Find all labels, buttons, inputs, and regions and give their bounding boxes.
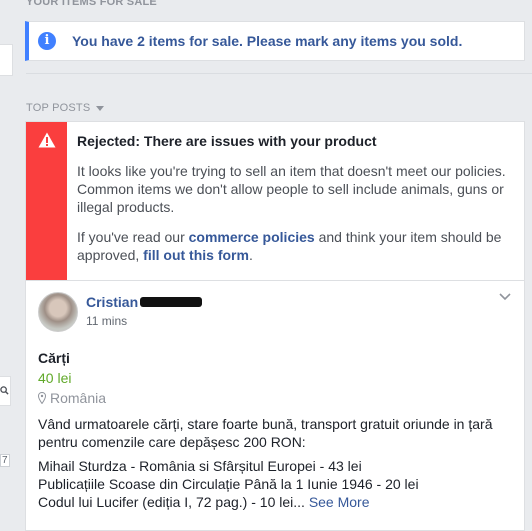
post-timestamp[interactable]: 11 mins xyxy=(86,314,202,328)
caret-down-icon xyxy=(96,106,105,111)
chevron-down-icon[interactable] xyxy=(498,291,512,303)
rejection-alert-bar xyxy=(26,122,67,280)
description-line: Mihail Sturdza - România si Sfârșitul Eu… xyxy=(38,458,362,474)
top-posts-dropdown[interactable]: TOP POSTS xyxy=(26,102,105,114)
info-icon: i xyxy=(38,32,56,50)
item-description: Vând urmatoarele cărți, stare foarte bun… xyxy=(38,415,512,511)
rejection-label: Rejected: xyxy=(77,133,141,149)
author-name-link[interactable]: Cristian xyxy=(86,294,203,310)
left-count-badge: 7 xyxy=(0,454,10,467)
marketplace-post: Cristian 11 mins Cărți 40 lei România Vâ… xyxy=(26,281,524,521)
rejection-title: Rejected: There are issues with your pro… xyxy=(77,132,507,150)
appeal-suffix: . xyxy=(248,247,253,263)
left-panel-fragment xyxy=(0,44,13,76)
items-for-sale-text[interactable]: You have 2 items for sale. Please mark a… xyxy=(72,33,462,49)
fill-out-form-link[interactable]: fill out this form xyxy=(143,247,249,263)
rejection-appeal: If you've read our commerce policies and… xyxy=(77,228,507,264)
items-for-sale-banner[interactable]: i You have 2 items for sale. Please mark… xyxy=(25,21,525,61)
item-location-text: România xyxy=(50,390,107,406)
redacted-surname xyxy=(140,297,203,307)
item-price: 40 lei xyxy=(38,370,72,386)
rejection-notice: Rejected: There are issues with your pro… xyxy=(26,122,524,281)
avatar[interactable] xyxy=(38,292,78,332)
items-for-sale-heading: YOUR ITEMS FOR SALE xyxy=(26,0,157,8)
search-icon xyxy=(0,386,9,395)
post-card: Rejected: There are issues with your pro… xyxy=(25,121,525,531)
see-more-link[interactable]: See More xyxy=(309,494,370,510)
rejection-title-text: There are issues with your product xyxy=(140,133,377,149)
description-line: Publicațiile Scoase din Circulație Până … xyxy=(38,476,419,492)
description-intro: Vând urmatoarele cărți, stare foarte bun… xyxy=(38,416,493,450)
location-pin-icon xyxy=(38,392,46,404)
appeal-prefix: If you've read our xyxy=(77,229,189,245)
warning-icon xyxy=(38,132,56,148)
top-posts-label: TOP POSTS xyxy=(26,102,91,114)
author-name: Cristian xyxy=(86,294,139,310)
description-line-last: Codul lui Lucifer (ediția I, 72 pag.) - … xyxy=(38,493,512,511)
commerce-policies-link[interactable]: commerce policies xyxy=(189,229,315,245)
section-divider xyxy=(26,73,532,74)
description-line-text: Codul lui Lucifer (ediția I, 72 pag.) - … xyxy=(38,494,305,510)
item-location: România xyxy=(38,390,512,406)
left-search-button[interactable] xyxy=(0,376,11,406)
rejection-explanation: It looks like you're trying to sell an i… xyxy=(77,163,506,215)
item-title: Cărți xyxy=(38,350,70,366)
